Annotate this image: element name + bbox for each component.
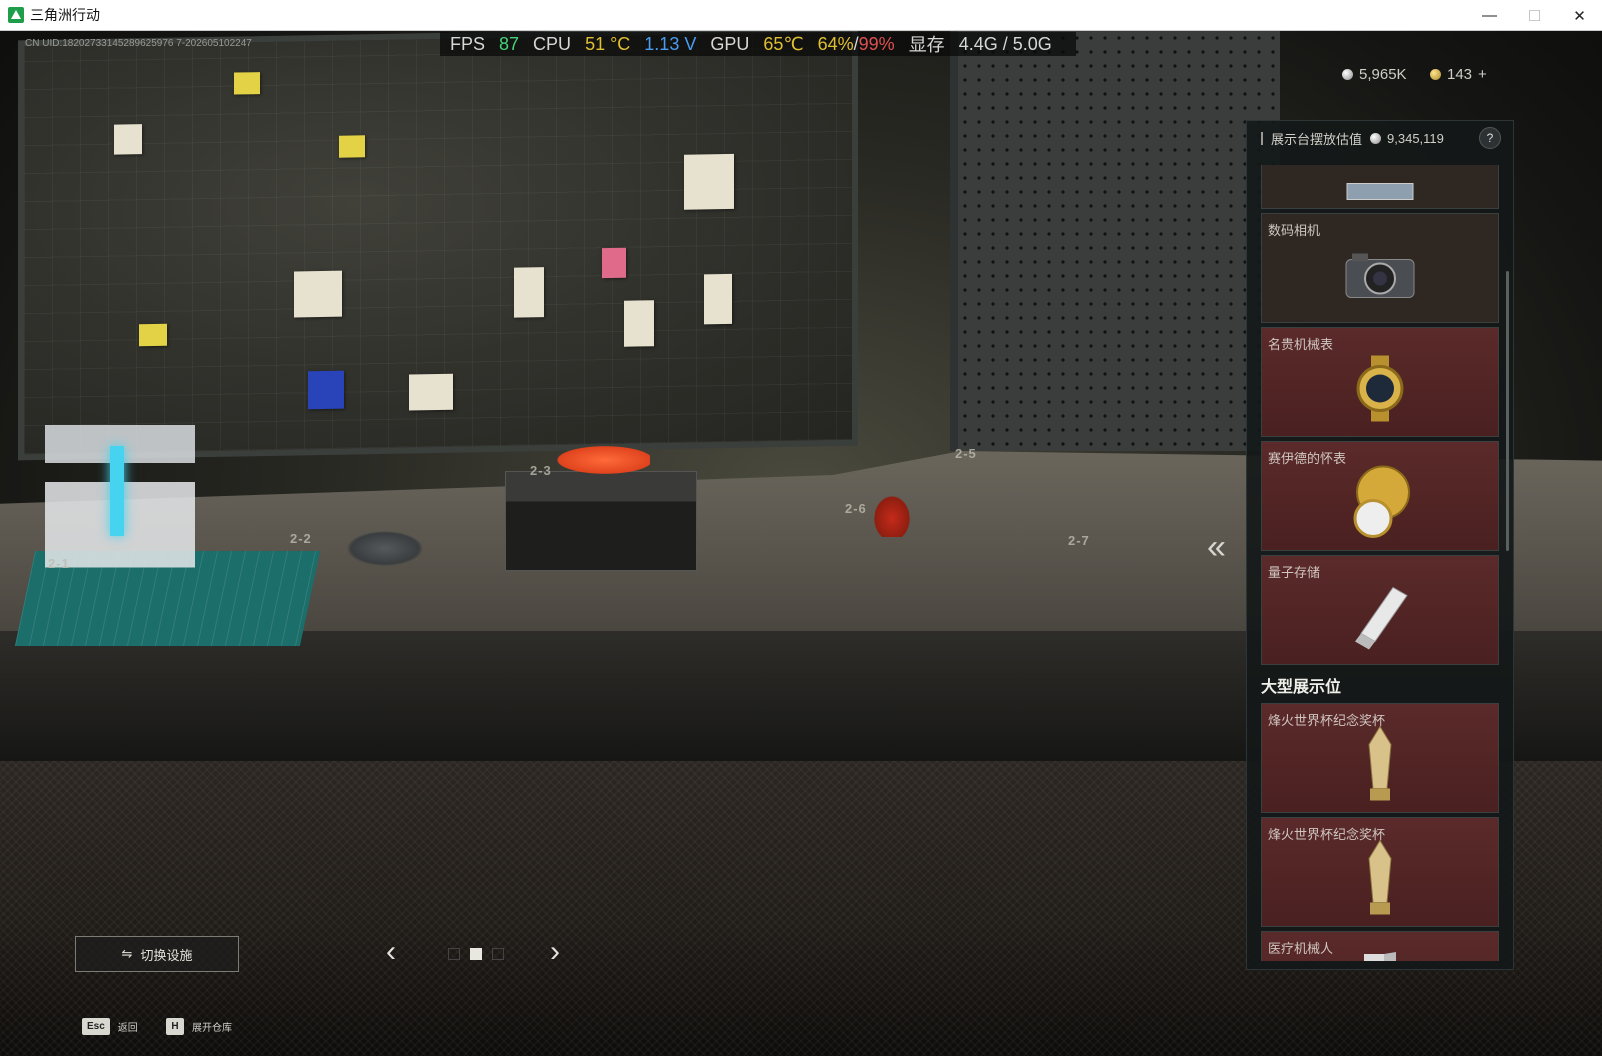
next-page-button[interactable]: › — [550, 935, 560, 969]
plinth-label: 2-2 — [290, 531, 312, 546]
item-card[interactable]: 赛伊德的怀表 — [1261, 441, 1499, 551]
page-dot[interactable] — [448, 948, 460, 960]
hotkey-label: 展开仓库 — [192, 1023, 232, 1034]
item-card[interactable]: 名贵机械表 — [1261, 327, 1499, 437]
item-card[interactable]: 医疗机械人 — [1261, 931, 1499, 961]
gold-currency: 143 + — [1430, 66, 1487, 83]
esc-keycap: Esc — [82, 1018, 110, 1035]
robot-light — [110, 446, 124, 536]
panel-header: 展示台摆放估值 9,345,119 — [1247, 121, 1515, 155]
item-label: 名贵机械表 — [1268, 337, 1334, 352]
app-logo-icon — [8, 7, 24, 23]
watch-icon — [1345, 353, 1415, 428]
pinned-note — [624, 300, 654, 347]
silver-amount: 5,965K — [1359, 66, 1407, 83]
panel-scrollbar[interactable] — [1506, 271, 1509, 551]
pinned-note — [139, 323, 167, 347]
vram-label: 显存 — [908, 35, 945, 55]
pinned-note — [114, 124, 142, 155]
switch-facility-button[interactable]: ⇋ 切换设施 — [75, 936, 239, 972]
item-label: 数码相机 — [1268, 223, 1321, 238]
header-accent — [1261, 131, 1263, 145]
item-card[interactable]: 数码相机 — [1261, 213, 1499, 323]
pocket-watch-icon — [1345, 462, 1415, 547]
trophy-icon — [1365, 724, 1395, 809]
h-keycap: H — [166, 1018, 184, 1035]
pinned-note — [308, 370, 344, 410]
window-controls: — ☐ ✕ — [1467, 0, 1602, 31]
plinth-label: 2-6 — [845, 501, 867, 516]
plinth-label: 2-1 — [48, 556, 70, 571]
cpu-label: CPU — [533, 33, 572, 54]
panel-header-value-wrap: 9,345,119 — [1370, 131, 1444, 146]
window-title: 三角洲行动 — [30, 7, 100, 23]
silver-coin-icon — [1370, 132, 1382, 144]
page-dot-active[interactable] — [470, 948, 482, 960]
pinned-note — [234, 72, 260, 95]
plinth-label: 2-3 — [530, 463, 552, 478]
koi-fish-display[interactable] — [550, 444, 650, 476]
robot-icon — [1360, 951, 1400, 961]
minimize-button[interactable]: — — [1467, 0, 1512, 31]
gpu-load: 64% — [817, 33, 854, 54]
gold-coin-icon — [1430, 69, 1441, 80]
gpu-temp: 65℃ — [763, 33, 804, 54]
item-label: 医疗机械人 — [1268, 941, 1334, 956]
hotkey-open-storage[interactable]: H 展开仓库 — [166, 1018, 232, 1035]
switch-facility-label: 切换设施 — [140, 947, 193, 963]
prev-page-button[interactable]: ‹ — [386, 935, 396, 969]
item-label: 量子存储 — [1268, 565, 1321, 580]
item-card[interactable] — [1261, 165, 1499, 209]
usb-drive-icon — [1345, 581, 1415, 656]
pinned-note — [339, 135, 365, 158]
red-item-display[interactable] — [870, 491, 914, 537]
pinned-note — [602, 247, 626, 279]
hotkey-label: 返回 — [117, 1023, 138, 1034]
plinth-label: 2-7 — [1068, 533, 1090, 548]
large-section-title: 大型展示位 — [1261, 679, 1342, 696]
cpu-voltage: 1.13 V — [644, 33, 697, 54]
collapse-panel-button[interactable]: « — [1207, 528, 1226, 567]
hotkey-back[interactable]: Esc 返回 — [82, 1018, 138, 1035]
add-currency-button[interactable]: + — [1478, 66, 1487, 83]
fps-label: FPS — [450, 33, 486, 54]
item-label: 赛伊德的怀表 — [1268, 451, 1347, 466]
panel-header-label: 展示台摆放估值 — [1271, 131, 1363, 147]
pinned-note — [514, 267, 544, 318]
display-crate — [505, 471, 697, 571]
fps-value: 87 — [499, 33, 520, 54]
cpu-temp: 51 °C — [585, 33, 631, 54]
window-titlebar: 三角洲行动 — ☐ ✕ — [0, 0, 1602, 31]
vram-value: 4.4G / 5.0G — [958, 33, 1052, 54]
user-uid: CN UID:18202733145289625976 7-2026051022… — [25, 38, 252, 49]
display-panel: 展示台摆放估值 9,345,119 ? 数码相机 名贵机械表 赛伊德的怀表 量子… — [1246, 120, 1514, 970]
gpu-mem-load: 99% — [858, 33, 895, 54]
item-card[interactable]: 量子存储 — [1261, 555, 1499, 665]
item-card[interactable]: 烽火世界杯纪念奖杯 — [1261, 703, 1499, 813]
camera-icon — [1342, 247, 1418, 306]
pinned-note — [409, 373, 453, 411]
plinth-label: 2-5 — [955, 446, 977, 461]
switch-icon: ⇋ — [121, 946, 133, 961]
pegboard-wall — [950, 31, 1280, 451]
pinned-note — [704, 273, 732, 325]
laptop-icon — [1345, 182, 1415, 209]
item-card[interactable]: 烽火世界杯纪念奖杯 — [1261, 817, 1499, 927]
silver-currency: 5,965K — [1342, 66, 1407, 83]
gpu-label: GPU — [710, 33, 750, 54]
help-button[interactable]: ? — [1479, 127, 1501, 149]
performance-overlay: FPS 87 CPU 51 °C 1.13 V GPU 65℃ 64% / 99… — [440, 32, 1076, 56]
item-list[interactable]: 数码相机 名贵机械表 赛伊德的怀表 量子存储 大型展示位 烽火世界杯纪念奖杯 烽… — [1261, 165, 1499, 961]
drone-display[interactable] — [325, 521, 445, 571]
page-dot[interactable] — [492, 948, 504, 960]
silver-coin-icon — [1342, 69, 1353, 80]
trophy-icon — [1365, 838, 1395, 923]
pinned-note — [684, 153, 734, 210]
panel-header-value: 9,345,119 — [1387, 130, 1444, 146]
gold-amount: 143 — [1447, 66, 1473, 83]
close-button[interactable]: ✕ — [1557, 0, 1602, 31]
map-board — [18, 31, 858, 461]
pinned-note — [294, 270, 342, 318]
maximize-button[interactable]: ☐ — [1512, 0, 1557, 31]
